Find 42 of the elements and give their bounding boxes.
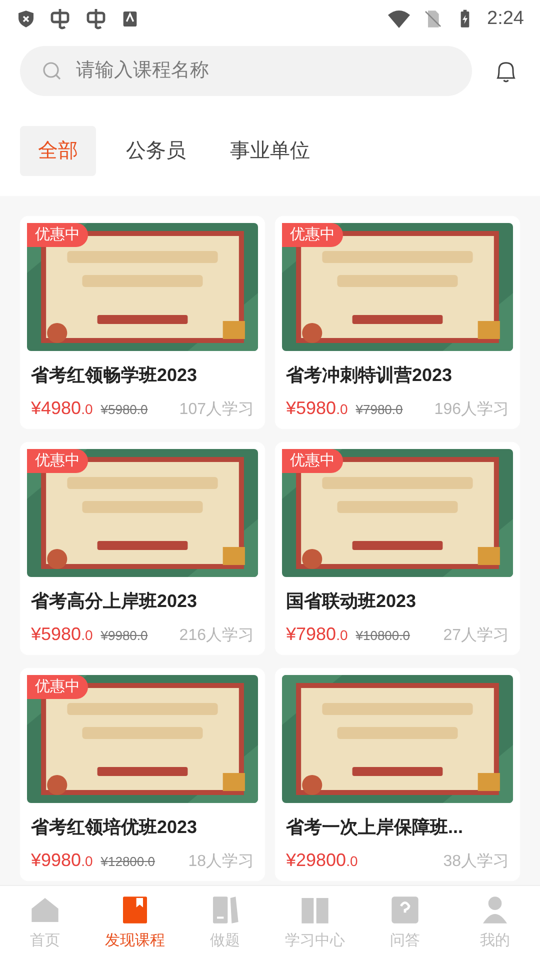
original-price: ¥5980.0 <box>100 401 148 419</box>
discount-badge: 优惠中 <box>27 675 88 699</box>
nav-tab[interactable]: 发现课程 <box>90 886 180 960</box>
search-field[interactable]: 请输入课程名称 <box>20 46 472 96</box>
course-card[interactable]: 优惠中 国省联动班2023 ¥7980.0 ¥10800.0 27人学习 <box>275 442 520 655</box>
discount-badge: 优惠中 <box>27 449 88 473</box>
learner-count: 196人学习 <box>434 400 509 420</box>
course-title: 省考冲刺特训营2023 <box>285 364 454 387</box>
learner-count: 107人学习 <box>179 400 254 420</box>
course-card[interactable]: 省考一次上岸保障班... ¥29800.0 38人学习 <box>275 668 520 881</box>
question-icon <box>389 894 421 926</box>
price: ¥9980.0 <box>31 849 93 872</box>
price: ¥4980.0 <box>31 397 93 420</box>
discount-badge: 优惠中 <box>282 223 343 247</box>
course-title: 省考红领培优班2023 <box>30 816 198 839</box>
learner-count: 18人学习 <box>188 852 254 872</box>
original-price: ¥7980.0 <box>356 401 403 419</box>
course-card[interactable]: 优惠中 省考冲刺特训营2023 ¥5980.0 ¥7980.0 196人学习 <box>275 216 520 429</box>
course-card[interactable]: 优惠中 省考高分上岸班2023 ¥5980.0 ¥9980.0 216人学习 <box>20 442 265 655</box>
course-card[interactable]: 优惠中 省考红领畅学班2023 ¥4980.0 ¥5980.0 107人学习 <box>20 216 265 429</box>
category-tab[interactable]: 事业单位 <box>216 126 324 176</box>
course-title: 国省联动班2023 <box>285 590 418 613</box>
price: ¥5980.0 <box>286 397 348 420</box>
course-card[interactable]: 优惠中 省考红领培优班2023 ¥9980.0 ¥12800.0 18人学习 <box>20 668 265 881</box>
price: ¥5980.0 <box>31 623 93 646</box>
discount-badge: 优惠中 <box>27 223 88 247</box>
learner-count: 216人学习 <box>179 626 254 646</box>
status-time: 2:24 <box>487 6 524 31</box>
price: ¥7980.0 <box>286 623 348 646</box>
discount-badge: 优惠中 <box>282 449 343 473</box>
price: ¥29800.0 <box>286 849 358 872</box>
no-sim-icon <box>423 9 444 29</box>
learner-count: 27人学习 <box>443 626 509 646</box>
shield-icon <box>16 9 36 29</box>
course-title: 省考高分上岸班2023 <box>30 590 198 613</box>
original-price: ¥12800.0 <box>100 853 155 871</box>
original-price: ¥9980.0 <box>100 627 148 645</box>
original-price: ¥10800.0 <box>356 627 410 645</box>
course-title: 省考一次上岸保障班... <box>285 816 464 839</box>
category-tab[interactable]: 公务员 <box>112 126 200 176</box>
learner-count: 38人学习 <box>443 852 509 872</box>
course-title: 省考红领畅学班2023 <box>30 364 198 387</box>
